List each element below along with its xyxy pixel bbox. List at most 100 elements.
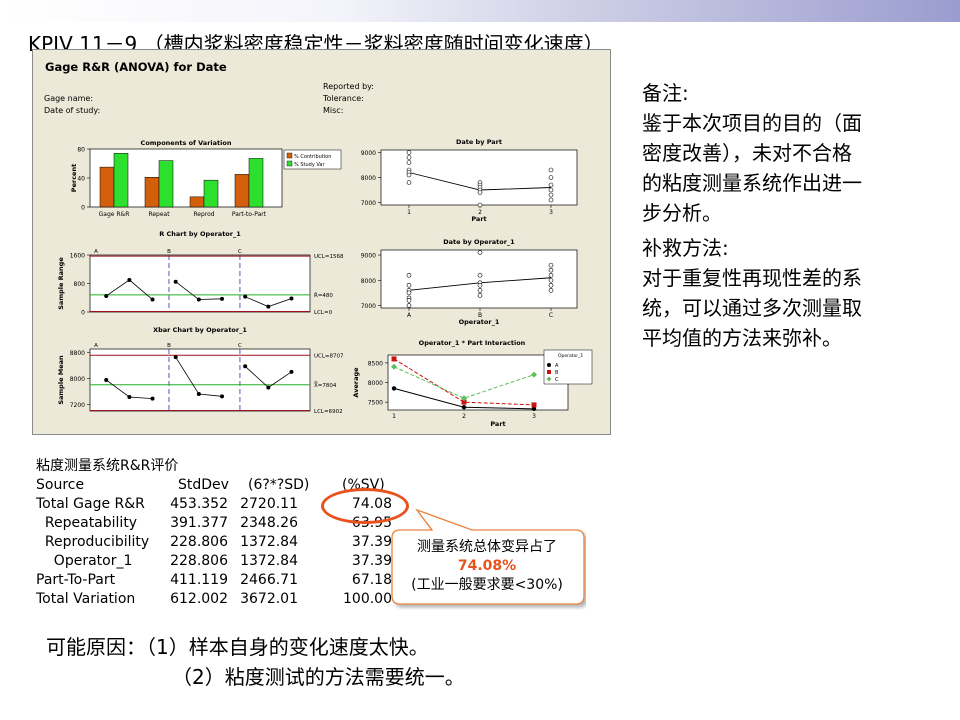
rr-row: Part-To-Part 411.119 2466.71 67.18: [36, 571, 392, 590]
data-point: [406, 272, 412, 278]
data-point: [477, 272, 483, 278]
callout-percentage: 74.08%: [457, 558, 517, 574]
bar-study-var: [113, 153, 129, 208]
legend-label: C: [555, 377, 559, 383]
data-point: [406, 160, 412, 165]
tolerance-label: Tolerance:: [322, 94, 364, 103]
data-point: [548, 167, 554, 173]
marker-b: [391, 356, 397, 362]
minitab-title: Gage R&R (ANOVA) for Date: [45, 60, 227, 74]
bar-study-var: [248, 158, 264, 208]
x-tick-label: 1: [407, 209, 411, 216]
gage-rr-charts: Gage R&R (ANOVA) for Date Gage name: Dat…: [44, 60, 593, 428]
rr-6sd: 1372.84: [240, 534, 298, 550]
y-tick-label: 7200: [70, 402, 85, 409]
remedy-line: 对于重复性再现性差的系: [642, 266, 862, 290]
y-tick-label: 8000: [70, 376, 85, 383]
y-tick-label: 7500: [368, 400, 383, 407]
data-point: [196, 392, 201, 397]
y-tick-label: 8500: [368, 360, 383, 367]
rr-6sd: 2720.11: [240, 496, 298, 512]
y-tick-label: 800: [74, 281, 86, 288]
data-point: [548, 272, 554, 278]
remark-line: 密度改善），未对不合格: [642, 141, 852, 165]
data-point: [548, 262, 554, 268]
bar-study-var: [203, 179, 219, 208]
ucl-label: UCL=1568: [314, 254, 344, 260]
y-tick-label: 8800: [70, 350, 85, 357]
x-tick-label: A: [407, 312, 412, 319]
data-point: [150, 297, 155, 302]
bar-contribution: [144, 177, 160, 208]
x-tick-label: Part-to-Part: [232, 211, 267, 218]
group-label: B: [167, 343, 171, 349]
rr-sv: 37.39: [351, 553, 392, 569]
chart-title: Components of Variation: [141, 139, 232, 147]
group-label: A: [94, 343, 98, 349]
callout-line3: (工业一般要求要<30%): [411, 577, 563, 593]
remark-line: 的粘度测量系统作出进一: [642, 171, 862, 195]
rr-stddev: 391.377: [170, 515, 228, 531]
gage-name-label: Gage name:: [44, 94, 93, 103]
legend-marker: [547, 363, 551, 367]
data-point: [266, 385, 271, 390]
data-point: [104, 293, 109, 298]
rr-source: Repeatability: [36, 515, 138, 531]
legend-marker: [547, 370, 551, 374]
rr-row: Reproducibility 228.806 1372.84 37.39: [36, 533, 392, 552]
lcl-label: LCL=6902: [314, 409, 343, 415]
rr-stddev: 228.806: [170, 553, 228, 569]
rr-heading: 粘度测量系统R&R评价: [36, 458, 179, 474]
rr-stddev: 228.806: [170, 534, 228, 550]
data-point: [548, 187, 554, 193]
data-point: [266, 304, 271, 309]
data-point: [196, 297, 201, 302]
y-axis-label: Sample Mean: [57, 355, 65, 405]
x-tick-label: 3: [532, 413, 536, 420]
callout-line1: 测量系统总体变异占了: [417, 539, 557, 555]
remedy-heading: 补救方法:: [642, 236, 729, 260]
rr-source: Operator_1: [36, 553, 133, 569]
group-label: B: [167, 249, 171, 255]
legend-swatch: [286, 160, 293, 167]
y-tick-label: 8000: [361, 278, 376, 285]
group-label: A: [94, 249, 98, 255]
marker-b: [531, 402, 537, 408]
legend-label: % Study Var: [294, 162, 325, 168]
y-axis-label: Average: [352, 367, 360, 398]
gage-rr-panel: Gage R&R (ANOVA) for Date Gage name: Dat…: [32, 49, 611, 435]
chart-title: R Chart by Operator_1: [159, 230, 241, 238]
y-tick-label: 7000: [361, 200, 376, 207]
y-tick-label: 0: [81, 205, 85, 212]
y-tick-label: 8000: [361, 175, 376, 182]
x-axis-label: Operator_1: [459, 318, 500, 326]
remedy-line: 平均值的方法来弥补。: [642, 326, 842, 350]
chart-title: Operator_1 * Part Interaction: [419, 339, 526, 347]
y-tick-label: 1600: [70, 253, 85, 260]
rr-stddev: 411.119: [170, 572, 228, 588]
rr-sv: 67.18: [351, 572, 392, 588]
data-point: [243, 294, 248, 299]
legend-label: % Contribution: [294, 154, 331, 160]
y-tick-label: 9000: [361, 253, 376, 260]
data-point: [406, 290, 412, 296]
data-point: [477, 250, 483, 255]
remark-notes: 备注: 鉴于本次项目的目的（面 密度改善），未对不合格 的粘度测量系统作出进一 …: [642, 78, 862, 228]
data-point: [477, 202, 483, 208]
data-point: [548, 283, 554, 288]
callout-text: 测量系统总体变异占了 74.08% (工业一般要求要<30%): [392, 538, 582, 595]
data-point: [406, 283, 412, 288]
bar-contribution: [234, 174, 250, 208]
group-label: C: [238, 249, 242, 255]
cause-line2: （2）粘度测试的方法需要统一。: [172, 665, 465, 689]
rr-sv: 100.00: [343, 591, 392, 607]
data-point: [406, 155, 412, 160]
rr-col-6sd: (6?*?SD): [248, 477, 310, 493]
remedy-notes: 补救方法: 对于重复性再现性差的系 统，可以通过多次测量取 平均值的方法来弥补。: [642, 233, 862, 353]
y-tick-label: 8000: [368, 380, 383, 387]
data-point: [104, 378, 109, 382]
x-tick-label: 1: [392, 413, 396, 420]
remark-heading: 备注:: [642, 81, 689, 105]
possible-causes: 可能原因：（1）样本自身的变化速度太快。 （2）粘度测试的方法需要统一。: [46, 632, 465, 692]
rr-source: Total Gage R&R: [36, 496, 145, 512]
